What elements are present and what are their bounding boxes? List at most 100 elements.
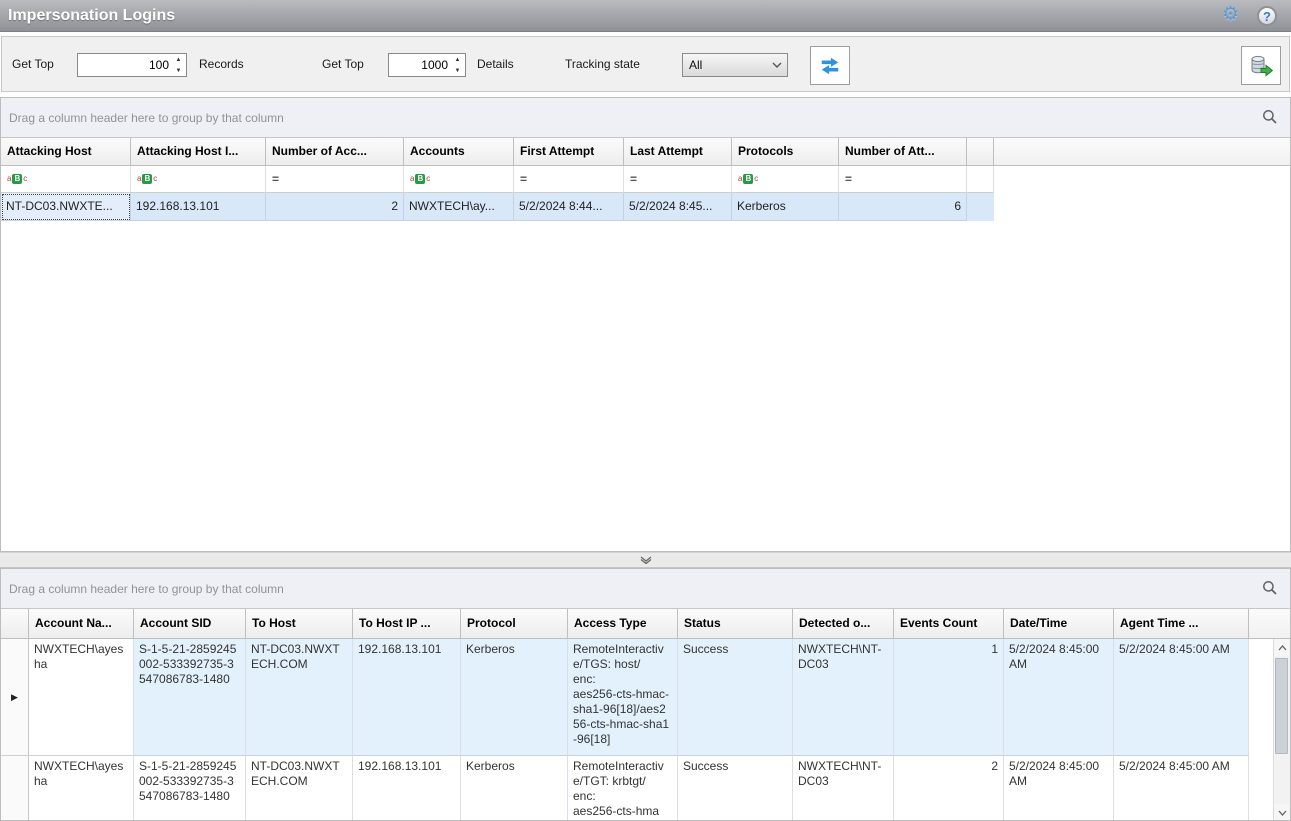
spin-down-icon[interactable]: ▼ bbox=[450, 65, 465, 76]
get-top-records-label: Get Top bbox=[12, 57, 54, 71]
filter-cell-empty bbox=[967, 166, 994, 193]
cell-access-type[interactable]: RemoteInteractive/TGS: host/ enc: aes256… bbox=[568, 639, 678, 756]
cell-accounts[interactable]: NWXTECH\ay... bbox=[404, 193, 514, 221]
equals-filter-icon: = bbox=[272, 172, 279, 186]
column-header-number-of-accounts[interactable]: Number of Acc... bbox=[266, 138, 404, 166]
cell-last-attempt[interactable]: 5/2/2024 8:45... bbox=[624, 193, 732, 221]
cell-first-attempt[interactable]: 5/2/2024 8:44... bbox=[514, 193, 624, 221]
cell-attacking-host-ip[interactable]: 192.168.13.101 bbox=[131, 193, 266, 221]
records-spin-buttons: ▲ ▼ bbox=[171, 54, 186, 76]
cell-status[interactable]: Success bbox=[678, 756, 793, 821]
cell-events-count[interactable]: 2 bbox=[894, 756, 1004, 821]
cell-account-sid[interactable]: S-1-5-21-2859245002-533392735-3547086783… bbox=[134, 639, 246, 756]
column-header-account-sid[interactable]: Account SID bbox=[134, 609, 246, 639]
cell-account-sid[interactable]: S-1-5-21-2859245002-533392735-3547086783… bbox=[134, 756, 246, 821]
search-icon[interactable] bbox=[1262, 580, 1278, 599]
column-header-events-count[interactable]: Events Count bbox=[894, 609, 1004, 639]
column-header-attacking-host-ip[interactable]: Attacking Host I... bbox=[131, 138, 266, 166]
cell-account-name[interactable]: NWXTECH\ayesha bbox=[29, 756, 134, 821]
cell-protocol[interactable]: Kerberos bbox=[461, 639, 568, 756]
export-button[interactable] bbox=[1241, 46, 1281, 85]
equals-filter-icon: = bbox=[845, 172, 852, 186]
column-header-number-of-attempts[interactable]: Number of Att... bbox=[839, 138, 967, 166]
row-indicator[interactable] bbox=[1, 756, 29, 821]
column-header-detected-on[interactable]: Detected o... bbox=[793, 609, 894, 639]
spin-down-icon[interactable]: ▼ bbox=[171, 65, 186, 76]
column-header-protocol[interactable]: Protocol bbox=[461, 609, 568, 639]
cell-date-time[interactable]: 5/2/2024 8:45:00 AM bbox=[1004, 639, 1114, 756]
scroll-down-icon[interactable] bbox=[1274, 804, 1290, 821]
cell-date-time[interactable]: 5/2/2024 8:45:00 AM bbox=[1004, 756, 1114, 821]
details-header-row: Account Na... Account SID To Host To Hos… bbox=[1, 609, 1290, 639]
filter-cell[interactable]: = bbox=[514, 166, 624, 193]
splitter-handle[interactable] bbox=[0, 552, 1291, 568]
row-indicator[interactable]: ▶ bbox=[1, 639, 29, 756]
column-header-first-attempt[interactable]: First Attempt bbox=[514, 138, 624, 166]
column-header-protocols[interactable]: Protocols bbox=[732, 138, 839, 166]
filter-cell[interactable]: = bbox=[266, 166, 404, 193]
column-header-account-name[interactable]: Account Na... bbox=[29, 609, 134, 639]
tracking-state-value: All bbox=[689, 58, 767, 72]
page-title: Impersonation Logins bbox=[0, 7, 175, 25]
table-row[interactable]: NWXTECH\ayesha S-1-5-21-2859245002-53339… bbox=[1, 756, 1249, 821]
column-header-date-time[interactable]: Date/Time bbox=[1004, 609, 1114, 639]
column-header-status[interactable]: Status bbox=[678, 609, 793, 639]
tracking-state-select[interactable]: All bbox=[682, 53, 788, 77]
spin-up-icon[interactable]: ▲ bbox=[450, 54, 465, 65]
column-header-access-type[interactable]: Access Type bbox=[568, 609, 678, 639]
column-header-accounts[interactable]: Accounts bbox=[404, 138, 514, 166]
cell-agent-time[interactable]: 5/2/2024 8:45:00 AM bbox=[1114, 756, 1249, 821]
scroll-up-icon[interactable] bbox=[1274, 639, 1290, 656]
details-spin-buttons: ▲ ▼ bbox=[450, 54, 465, 76]
column-header-last-attempt[interactable]: Last Attempt bbox=[624, 138, 732, 166]
header-filler bbox=[1249, 609, 1290, 639]
search-icon[interactable] bbox=[1262, 109, 1278, 128]
cell-number-of-accounts[interactable]: 2 bbox=[266, 193, 404, 221]
cell-events-count[interactable]: 1 bbox=[894, 639, 1004, 756]
settings-gear-icon[interactable]: ⚙ bbox=[1222, 5, 1239, 25]
cell-to-host-ip[interactable]: 192.168.13.101 bbox=[353, 756, 461, 821]
column-header-to-host-ip[interactable]: To Host IP ... bbox=[353, 609, 461, 639]
cell-attacking-host[interactable]: NT-DC03.NWXTE... bbox=[1, 193, 131, 221]
column-header-empty bbox=[967, 138, 994, 166]
scrollbar-thumb[interactable] bbox=[1275, 658, 1288, 754]
filter-cell[interactable]: = bbox=[839, 166, 967, 193]
cell-account-name[interactable]: NWXTECH\ayesha bbox=[29, 639, 134, 756]
cell-to-host[interactable]: NT-DC03.NWXTECH.COM bbox=[246, 756, 353, 821]
auto-filter-row: aBc aBc = aBc = = aBc = bbox=[1, 166, 1290, 193]
details-input[interactable] bbox=[389, 54, 450, 76]
cell-status[interactable]: Success bbox=[678, 639, 793, 756]
records-spinner: ▲ ▼ bbox=[77, 53, 187, 77]
vertical-scrollbar[interactable] bbox=[1273, 639, 1290, 821]
cell-to-host-ip[interactable]: 192.168.13.101 bbox=[353, 639, 461, 756]
group-by-panel[interactable]: Drag a column header here to group by th… bbox=[1, 569, 1290, 609]
cell-agent-time[interactable]: 5/2/2024 8:45:00 AM bbox=[1114, 639, 1249, 756]
cell-detected-on[interactable]: NWXTECH\NT-DC03 bbox=[793, 756, 894, 821]
filter-cell[interactable]: aBc bbox=[131, 166, 266, 193]
cell-to-host[interactable]: NT-DC03.NWXTECH.COM bbox=[246, 639, 353, 756]
group-by-panel[interactable]: Drag a column header here to group by th… bbox=[1, 98, 1290, 138]
refresh-button[interactable] bbox=[810, 46, 850, 85]
get-top-details-label: Get Top bbox=[322, 57, 364, 71]
table-row[interactable]: NT-DC03.NWXTE... 192.168.13.101 2 NWXTEC… bbox=[1, 193, 994, 221]
cell-detected-on[interactable]: NWXTECH\NT-DC03 bbox=[793, 639, 894, 756]
spin-up-icon[interactable]: ▲ bbox=[171, 54, 186, 65]
refresh-icon bbox=[819, 56, 841, 76]
export-database-icon bbox=[1249, 54, 1273, 78]
cell-number-of-attempts[interactable]: 6 bbox=[839, 193, 967, 221]
cell-access-type[interactable]: RemoteInteractive/TGT: krbtgt/ enc: aes2… bbox=[568, 756, 678, 821]
filter-cell[interactable]: aBc bbox=[404, 166, 514, 193]
records-input[interactable] bbox=[78, 54, 171, 76]
help-icon[interactable]: ? bbox=[1257, 6, 1277, 26]
filter-cell[interactable]: = bbox=[624, 166, 732, 193]
details-grid: Drag a column header here to group by th… bbox=[0, 568, 1291, 821]
filter-cell[interactable]: aBc bbox=[732, 166, 839, 193]
text-filter-icon: aBc bbox=[410, 174, 430, 184]
column-header-to-host[interactable]: To Host bbox=[246, 609, 353, 639]
cell-protocols[interactable]: Kerberos bbox=[732, 193, 839, 221]
cell-protocol[interactable]: Kerberos bbox=[461, 756, 568, 821]
table-row[interactable]: ▶ NWXTECH\ayesha S-1-5-21-2859245002-533… bbox=[1, 639, 1249, 756]
column-header-agent-time[interactable]: Agent Time ... bbox=[1114, 609, 1249, 639]
filter-cell[interactable]: aBc bbox=[1, 166, 131, 193]
column-header-attacking-host[interactable]: Attacking Host bbox=[1, 138, 131, 166]
